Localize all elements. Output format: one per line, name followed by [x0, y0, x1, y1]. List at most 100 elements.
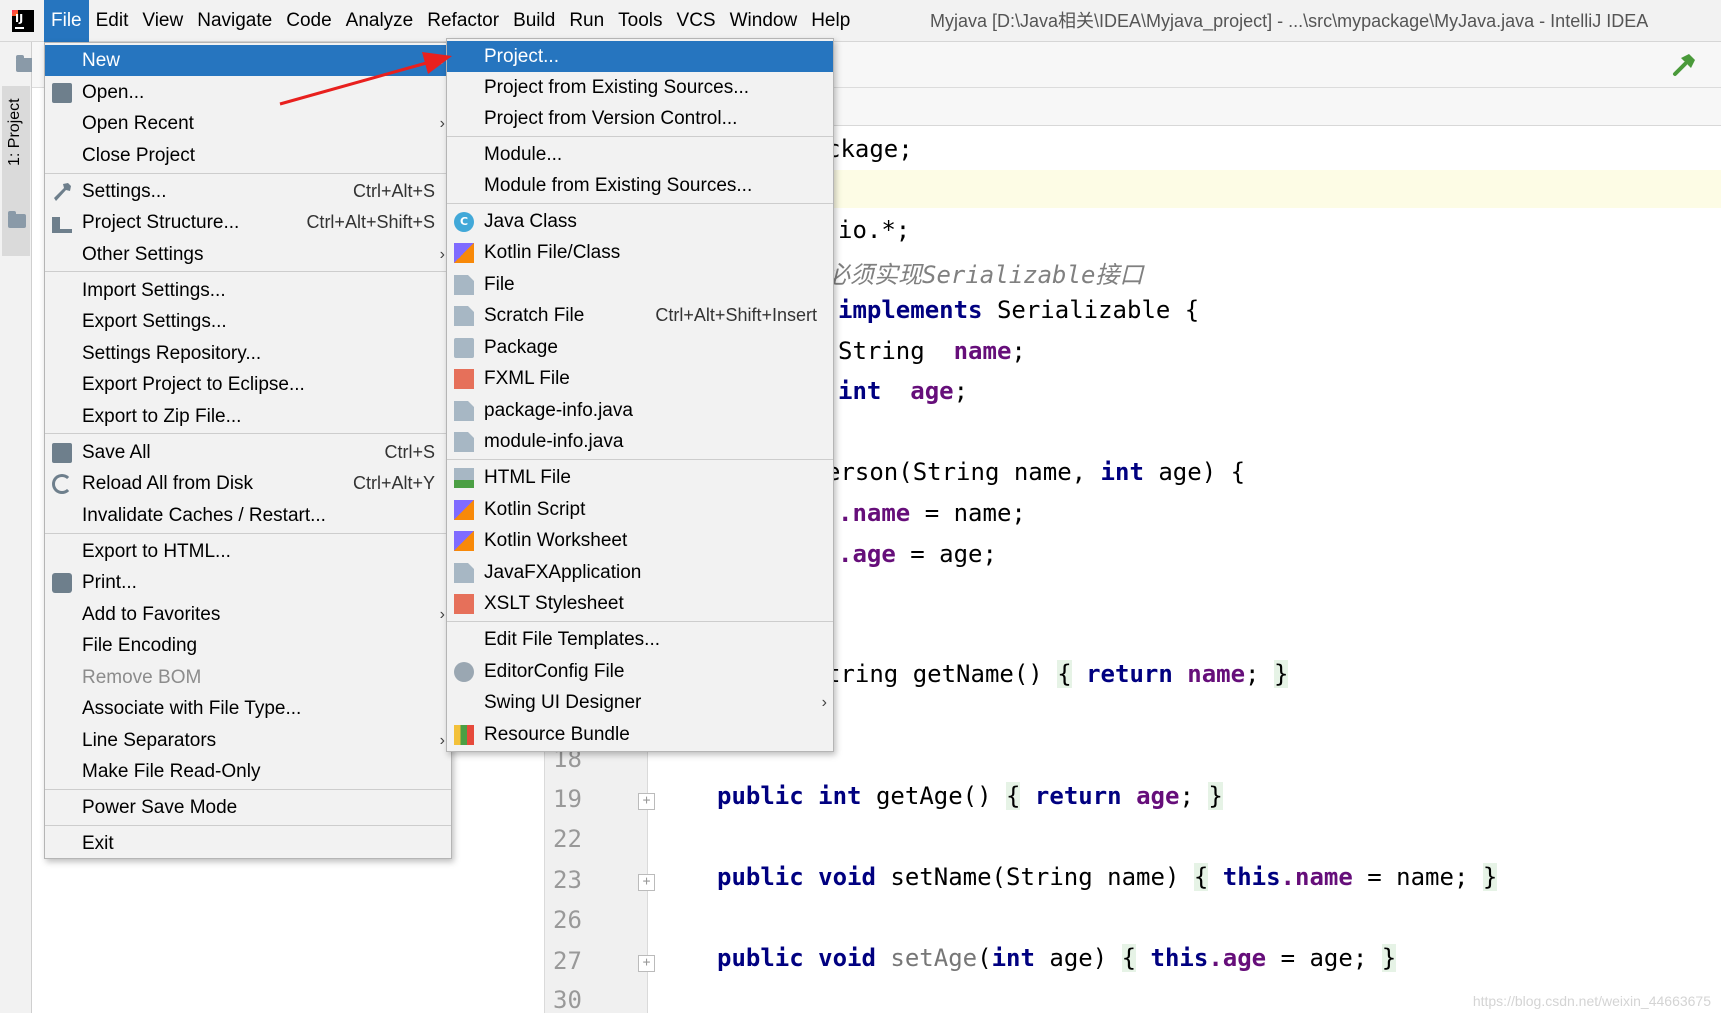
watermark-text: https://blog.csdn.net/weixin_44663675: [1472, 993, 1711, 1009]
code-line: public int getAge() { return age; }: [717, 782, 1223, 810]
file-menu-item-make-file-read-only[interactable]: Make File Read-Only: [45, 756, 451, 787]
file-menu-item-export-to-html[interactable]: Export to HTML...: [45, 536, 451, 567]
file-menu-item-save-all[interactable]: Save All Ctrl+S: [45, 437, 451, 468]
file-menu-item-close-project[interactable]: Close Project: [45, 140, 451, 171]
new-menu-item-java-class[interactable]: C Java Class: [447, 206, 833, 237]
new-menu-item-module-info-java[interactable]: module-info.java: [447, 426, 833, 457]
menu-item-label: Kotlin Script: [484, 499, 586, 520]
menu-vcs[interactable]: VCS: [670, 0, 723, 42]
file-menu-item-file-encoding[interactable]: File Encoding: [45, 630, 451, 661]
new-menu-item-project-from-version-control[interactable]: Project from Version Control...: [447, 103, 833, 134]
main-menu: File Edit View Navigate Code Analyze Refactor B…: [44, 0, 857, 42]
file-menu-item-export-settings[interactable]: Export Settings...: [45, 306, 451, 337]
file-menu-item-project-structure[interactable]: Project Structure... Ctrl+Alt+Shift+S: [45, 207, 451, 238]
menu-item-label: FXML File: [484, 368, 570, 389]
menu-separator: [45, 825, 451, 827]
menu-file[interactable]: File: [44, 0, 89, 42]
new-menu-item-project[interactable]: Project...: [447, 41, 833, 72]
file-menu-item-exit[interactable]: Exit: [45, 828, 451, 859]
file-menu-item-add-to-favorites[interactable]: Add to Favorites ›: [45, 599, 451, 630]
new-menu-item-resource-bundle[interactable]: Resource Bundle: [447, 719, 833, 750]
menu-separator: [45, 433, 451, 435]
new-menu-item-project-from-existing-sources[interactable]: Project from Existing Sources...: [447, 72, 833, 103]
menu-item-label: Other Settings: [82, 244, 204, 265]
new-menu-item-javafxapplication[interactable]: JavaFXApplication: [447, 557, 833, 588]
fold-expand-icon[interactable]: +: [638, 874, 655, 891]
menu-item-label: Module...: [484, 144, 563, 165]
menu-item-label: Project from Existing Sources...: [484, 77, 750, 98]
menu-separator: [45, 271, 451, 273]
menu-item-label: File: [484, 274, 515, 295]
menu-item-label: Export Settings...: [82, 311, 227, 332]
line-number: 26: [553, 906, 582, 934]
menu-item-label: Export to Zip File...: [82, 406, 242, 427]
menu-item-label: Swing UI Designer: [484, 692, 642, 713]
menu-tools[interactable]: Tools: [611, 0, 669, 42]
menu-edit[interactable]: Edit: [89, 0, 136, 42]
menu-item-label: Scratch File: [484, 305, 585, 326]
new-menu-item-edit-file-templates[interactable]: Edit File Templates...: [447, 624, 833, 655]
file-menu-item-export-to-zip-file[interactable]: Export to Zip File...: [45, 401, 451, 432]
file-menu-item-new[interactable]: New ›: [45, 45, 451, 76]
menu-refactor[interactable]: Refactor: [420, 0, 506, 42]
file-icon: [454, 275, 474, 295]
code-line: ckage;: [826, 135, 913, 163]
new-menu-item-module-from-existing-sources[interactable]: Module from Existing Sources...: [447, 170, 833, 201]
file-menu-item-associate-with-file-type[interactable]: Associate with File Type...: [45, 693, 451, 724]
new-menu-item-kotlin-file-class[interactable]: Kotlin File/Class: [447, 237, 833, 268]
new-menu-item-package-info-java[interactable]: package-info.java: [447, 395, 833, 426]
project-tool-tab[interactable]: 1: Project: [2, 86, 30, 256]
new-menu-item-xslt-stylesheet[interactable]: XSLT Stylesheet: [447, 588, 833, 619]
menu-item-label: Package: [484, 337, 558, 358]
new-menu-item-kotlin-worksheet[interactable]: Kotlin Worksheet: [447, 525, 833, 556]
menu-item-label: Open...: [82, 82, 145, 103]
fold-expand-icon[interactable]: +: [638, 955, 655, 972]
menu-window[interactable]: Window: [723, 0, 805, 42]
file-menu-item-export-project-to-eclipse[interactable]: Export Project to Eclipse...: [45, 369, 451, 400]
new-menu-item-editorconfig-file[interactable]: EditorConfig File: [447, 656, 833, 687]
new-menu-item-html-file[interactable]: HTML File: [447, 462, 833, 493]
file-menu-item-power-save-mode[interactable]: Power Save Mode: [45, 792, 451, 823]
menu-item-label: Add to Favorites: [82, 604, 221, 625]
new-menu-item-package[interactable]: Package: [447, 332, 833, 363]
file-menu-item-invalidate-caches-restart[interactable]: Invalidate Caches / Restart...: [45, 500, 451, 531]
file-menu-item-reload-all-from-disk[interactable]: Reload All from Disk Ctrl+Alt+Y: [45, 468, 451, 499]
menu-item-label: Associate with File Type...: [82, 698, 302, 719]
build-hammer-icon[interactable]: [1671, 52, 1697, 78]
new-menu-item-scratch-file[interactable]: Scratch File Ctrl+Alt+Shift+Insert: [447, 300, 833, 331]
menu-separator: [45, 789, 451, 791]
menu-item-shortcut: Ctrl+Alt+Shift+S: [306, 212, 435, 232]
fold-expand-icon[interactable]: +: [638, 793, 655, 810]
menu-analyze[interactable]: Analyze: [339, 0, 421, 42]
menu-item-label: Export Project to Eclipse...: [82, 374, 305, 395]
menu-code[interactable]: Code: [279, 0, 338, 42]
file-menu-item-open-recent[interactable]: Open Recent ›: [45, 108, 451, 139]
menu-separator: [447, 621, 833, 623]
line-number: 19: [553, 785, 582, 813]
menu-build[interactable]: Build: [506, 0, 562, 42]
menu-item-label: New: [82, 50, 121, 71]
scratch-file-icon: [454, 306, 474, 326]
file-menu-item-settings[interactable]: Settings... Ctrl+Alt+S: [45, 176, 451, 207]
menu-item-label: Open Recent: [82, 113, 194, 134]
file-menu-item-open[interactable]: Open...: [45, 77, 451, 108]
menu-help[interactable]: Help: [804, 0, 857, 42]
new-menu-item-fxml-file[interactable]: FXML File: [447, 363, 833, 394]
new-menu-item-file[interactable]: File: [447, 269, 833, 300]
file-menu-item-import-settings[interactable]: Import Settings...: [45, 275, 451, 306]
file-menu-item-settings-repository[interactable]: Settings Repository...: [45, 338, 451, 369]
submenu-arrow-icon: ›: [439, 52, 445, 69]
new-menu-item-swing-ui-designer[interactable]: Swing UI Designer ›: [447, 687, 833, 718]
submenu-arrow-icon: ›: [821, 694, 827, 711]
menu-navigate[interactable]: Navigate: [190, 0, 279, 42]
menu-run[interactable]: Run: [562, 0, 611, 42]
file-menu-item-print[interactable]: Print...: [45, 567, 451, 598]
menu-view[interactable]: View: [135, 0, 190, 42]
file-menu-item-other-settings[interactable]: Other Settings ›: [45, 239, 451, 270]
file-menu-item-line-separators[interactable]: Line Separators ›: [45, 725, 451, 756]
new-menu-item-kotlin-script[interactable]: Kotlin Script: [447, 494, 833, 525]
code-line: public void setAge(int age) { this.age =…: [717, 944, 1397, 972]
menu-item-label: Kotlin Worksheet: [484, 530, 628, 551]
menu-item-label: EditorConfig File: [484, 661, 625, 682]
new-menu-item-module[interactable]: Module...: [447, 139, 833, 170]
